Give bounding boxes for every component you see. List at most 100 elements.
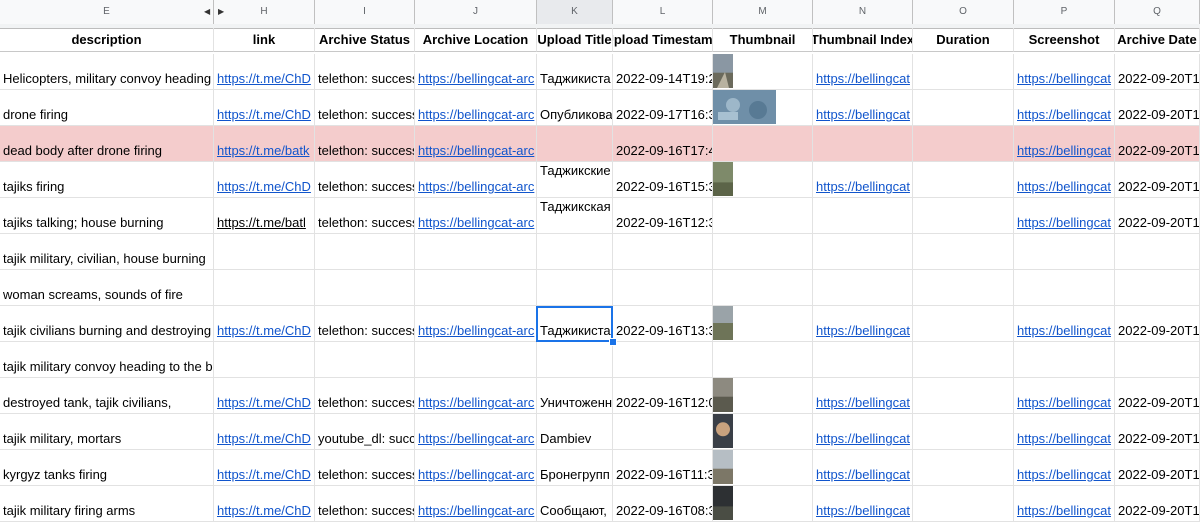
header-cell-thumb[interactable]: Thumbnail xyxy=(713,28,813,52)
screenshot-cell[interactable]: https://bellingcat xyxy=(1014,126,1115,162)
status-cell[interactable]: telethon: success xyxy=(315,378,415,414)
hidden-columns-arrows-icon[interactable]: ◀ ▶ xyxy=(200,0,230,24)
title-cell[interactable] xyxy=(537,234,613,270)
archive-date-cell[interactable]: 2022-09-20T1 xyxy=(1115,414,1200,450)
status-cell[interactable] xyxy=(315,234,415,270)
thumb-index-text[interactable]: https://bellingcat xyxy=(816,323,910,338)
duration-cell[interactable] xyxy=(913,90,1014,126)
description-cell[interactable]: drone firing xyxy=(0,90,214,126)
thumb-index-text[interactable]: https://bellingcat xyxy=(816,107,910,122)
screenshot-text[interactable]: https://bellingcat xyxy=(1017,503,1111,518)
thumbnail-image[interactable] xyxy=(713,414,733,448)
description-cell[interactable]: tajik military, mortars xyxy=(0,414,214,450)
screenshot-cell[interactable] xyxy=(1014,342,1115,378)
status-cell[interactable]: telethon: success xyxy=(315,450,415,486)
timestamp-cell[interactable]: 2022-09-16T12:34:36+00:00 xyxy=(613,198,713,234)
archive-date-cell[interactable]: 2022-09-20T1 xyxy=(1115,162,1200,198)
title-cell[interactable]: Сообщают, xyxy=(537,486,613,522)
screenshot-text[interactable]: https://bellingcat xyxy=(1017,323,1111,338)
timestamp-cell[interactable]: 2022-09-16T17:46:49+00:00 xyxy=(613,126,713,162)
duration-cell[interactable] xyxy=(913,306,1014,342)
status-cell[interactable]: telethon: success xyxy=(315,54,415,90)
archive-date-cell[interactable] xyxy=(1115,270,1200,306)
timestamp-cell[interactable] xyxy=(613,414,713,450)
description-cell[interactable]: tajiks talking; house burning xyxy=(0,198,214,234)
thumb-index-cell[interactable]: https://bellingcat xyxy=(813,54,913,90)
link-text[interactable]: https://t.me/ChD xyxy=(217,395,311,410)
link-cell[interactable]: https://t.me/ChD xyxy=(214,450,315,486)
duration-cell[interactable] xyxy=(913,234,1014,270)
thumb-index-cell[interactable] xyxy=(813,342,913,378)
archive-date-cell[interactable]: 2022-09-20T1 xyxy=(1115,198,1200,234)
thumb-cell[interactable] xyxy=(713,162,813,198)
timestamp-cell[interactable]: 2022-09-16T08:3 xyxy=(613,486,713,522)
description-cell[interactable]: tajik military, civilian, house burning xyxy=(0,234,214,270)
timestamp-cell[interactable]: 2022-09-17T16:3 xyxy=(613,90,713,126)
title-cell[interactable] xyxy=(537,270,613,306)
thumb-index-cell[interactable]: https://bellingcat xyxy=(813,162,913,198)
thumb-index-cell[interactable]: https://bellingcat xyxy=(813,450,913,486)
link-cell[interactable] xyxy=(214,342,315,378)
link-cell[interactable]: https://t.me/ChD xyxy=(214,54,315,90)
link-cell[interactable]: https://t.me/ChD xyxy=(214,306,315,342)
archive-date-cell[interactable]: 2022-09-20T1 xyxy=(1115,450,1200,486)
location-text[interactable]: https://bellingcat-arc xyxy=(418,215,534,230)
description-cell[interactable]: kyrgyz tanks firing xyxy=(0,450,214,486)
thumbnail-image[interactable] xyxy=(713,450,733,484)
screenshot-text[interactable]: https://bellingcat xyxy=(1017,71,1111,86)
title-cell[interactable]: Уничтоженн xyxy=(537,378,613,414)
screenshot-cell[interactable]: https://bellingcat xyxy=(1014,162,1115,198)
description-cell[interactable]: destroyed tank, tajik civilians, xyxy=(0,378,214,414)
status-cell[interactable]: telethon: success xyxy=(315,90,415,126)
header-cell-title[interactable]: Upload Title xyxy=(537,28,613,52)
link-text[interactable]: https://t.me/ChD xyxy=(217,179,311,194)
screenshot-cell[interactable]: https://bellingcat xyxy=(1014,414,1115,450)
thumb-cell[interactable] xyxy=(713,234,813,270)
duration-cell[interactable] xyxy=(913,198,1014,234)
column-header-k[interactable]: K xyxy=(537,0,613,24)
timestamp-cell[interactable] xyxy=(613,234,713,270)
archive-date-cell[interactable]: 2022-09-20T1 xyxy=(1115,90,1200,126)
header-cell-screenshot[interactable]: Screenshot xyxy=(1014,28,1115,52)
title-cell[interactable]: Таджикские xyxy=(537,162,613,198)
column-header-n[interactable]: N xyxy=(813,0,913,24)
link-cell[interactable]: https://t.me/ChD xyxy=(214,378,315,414)
location-cell[interactable]: https://bellingcat-arc xyxy=(415,414,537,450)
timestamp-cell[interactable]: 2022-09-16T12:0 xyxy=(613,378,713,414)
duration-cell[interactable] xyxy=(913,378,1014,414)
link-cell[interactable]: https://t.me/ChD xyxy=(214,486,315,522)
location-text[interactable]: https://bellingcat-arc xyxy=(418,143,534,158)
column-header-o[interactable]: O xyxy=(913,0,1014,24)
location-text[interactable]: https://bellingcat-arc xyxy=(418,467,534,482)
thumbnail-image[interactable] xyxy=(713,378,733,412)
description-cell[interactable]: dead body after drone firing xyxy=(0,126,214,162)
duration-cell[interactable] xyxy=(913,342,1014,378)
thumb-cell[interactable] xyxy=(713,270,813,306)
thumb-cell[interactable] xyxy=(713,414,813,450)
thumb-index-cell[interactable]: https://bellingcat xyxy=(813,90,913,126)
link-text[interactable]: https://t.me/ChD xyxy=(217,467,311,482)
duration-cell[interactable] xyxy=(913,270,1014,306)
timestamp-cell[interactable]: 2022-09-16T11:3 xyxy=(613,450,713,486)
thumbnail-image[interactable] xyxy=(713,54,733,88)
thumbnail-image[interactable] xyxy=(713,486,733,520)
description-cell[interactable]: Helicopters, military convoy heading xyxy=(0,54,214,90)
screenshot-cell[interactable]: https://bellingcat xyxy=(1014,450,1115,486)
duration-cell[interactable] xyxy=(913,54,1014,90)
screenshot-text[interactable]: https://bellingcat xyxy=(1017,395,1111,410)
column-header-q[interactable]: Q xyxy=(1115,0,1200,24)
location-cell[interactable]: https://bellingcat-arc xyxy=(415,90,537,126)
column-header-i[interactable]: I xyxy=(315,0,415,24)
link-text[interactable]: https://t.me/ChD xyxy=(217,431,311,446)
description-cell[interactable]: tajik military firing arms xyxy=(0,486,214,522)
thumb-index-text[interactable]: https://bellingcat xyxy=(816,431,910,446)
status-cell[interactable]: telethon: success xyxy=(315,126,415,162)
link-cell[interactable]: https://t.me/batl xyxy=(214,198,315,234)
title-cell[interactable]: Таджикиста xyxy=(537,306,613,342)
column-header-m[interactable]: M xyxy=(713,0,813,24)
thumb-cell[interactable] xyxy=(713,54,813,90)
column-header-j[interactable]: J xyxy=(415,0,537,24)
thumb-index-text[interactable]: https://bellingcat xyxy=(816,71,910,86)
archive-date-cell[interactable]: 2022-09-20T1 xyxy=(1115,486,1200,522)
timestamp-cell[interactable]: 2022-09-14T19:2 xyxy=(613,54,713,90)
